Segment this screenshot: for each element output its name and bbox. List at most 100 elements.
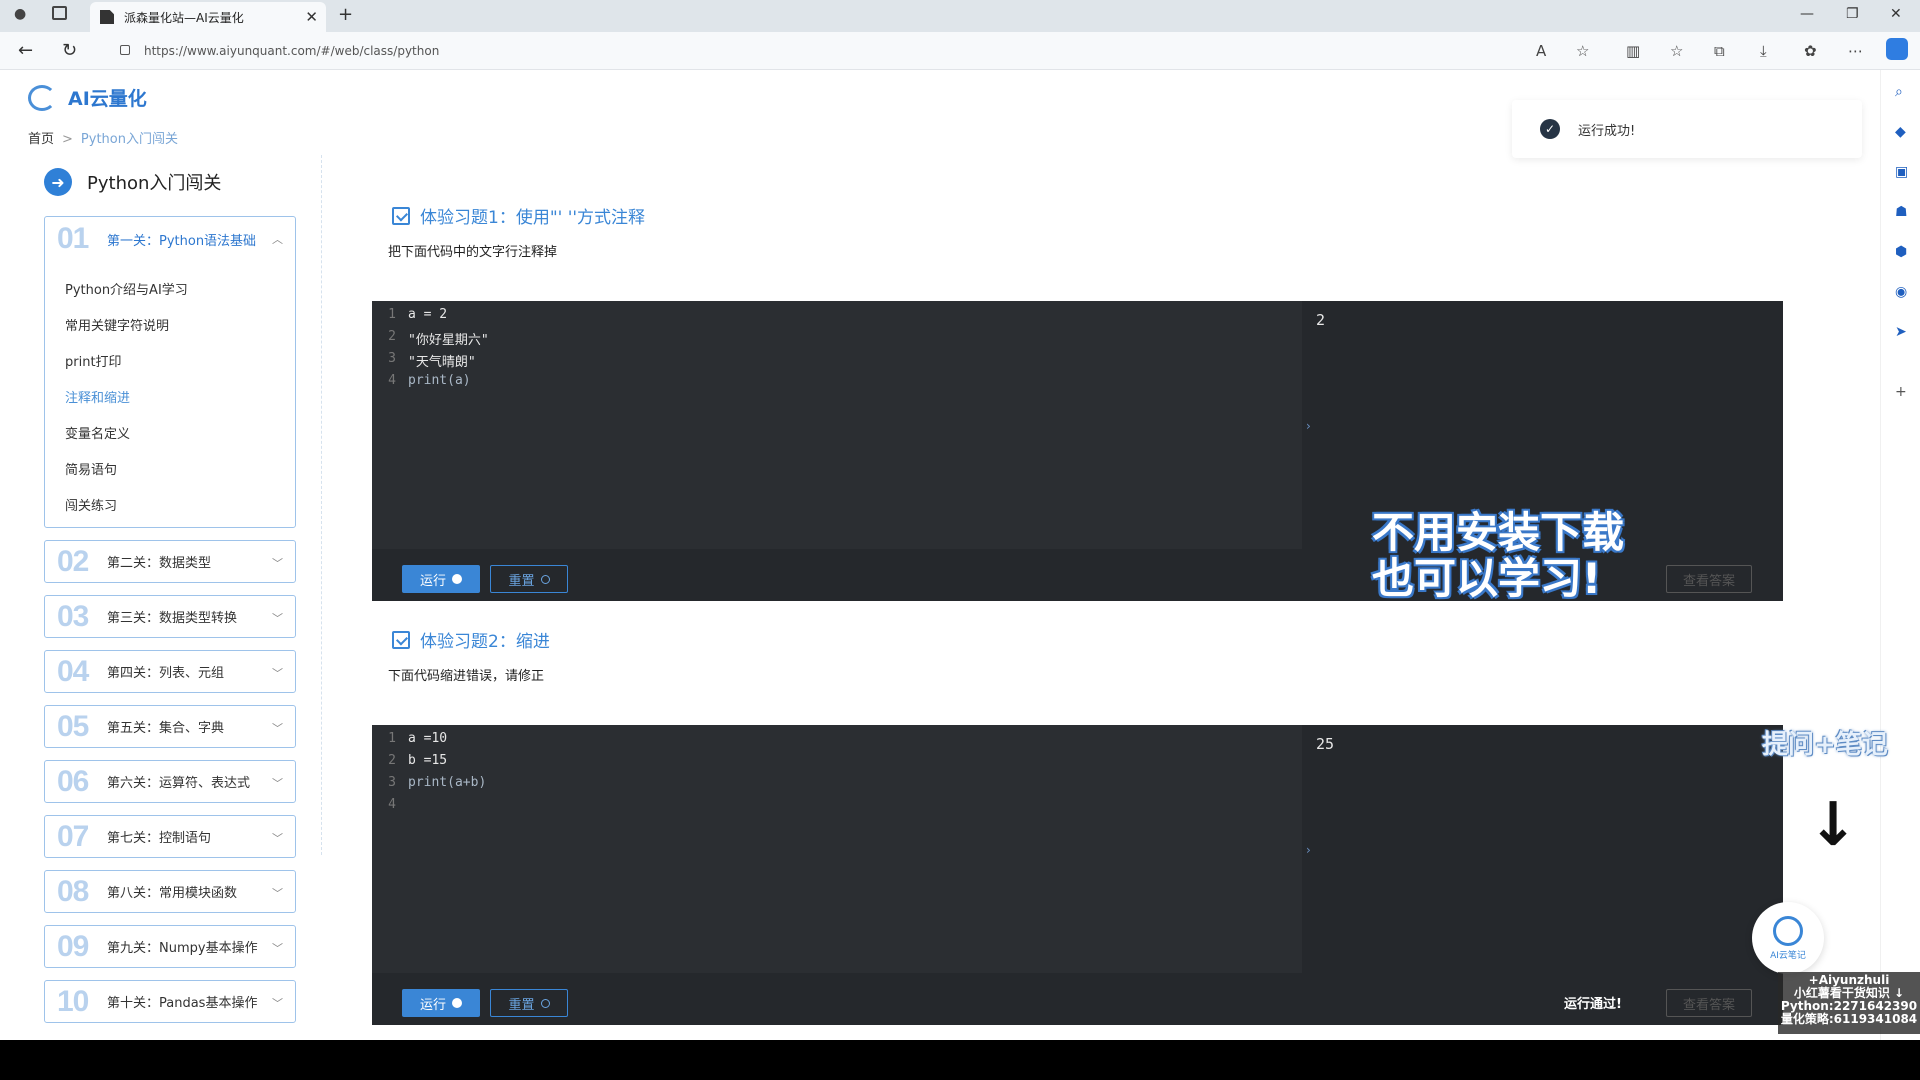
level-8-item[interactable]: 08 第八关：常用模块函数 ﹀ bbox=[44, 870, 296, 913]
tab-title: 派森量化站—AI云量化 bbox=[124, 10, 244, 25]
arrow-down-icon: ↓ bbox=[1808, 790, 1859, 860]
code-line: 4 print(a) bbox=[372, 373, 1302, 395]
lock-icon bbox=[120, 45, 130, 55]
reset-button[interactable]: 重置 bbox=[490, 565, 568, 593]
code-line: 3 "天气晴朗" bbox=[372, 351, 1302, 373]
reset-button[interactable]: 重置 bbox=[490, 989, 568, 1017]
run-button[interactable]: 运行 bbox=[402, 565, 480, 593]
code-text: print(a+b) bbox=[408, 775, 487, 790]
office-icon[interactable]: ⬢ bbox=[1895, 244, 1907, 260]
level-6-item[interactable]: 06 第六关：运算符、表达式 ﹀ bbox=[44, 760, 296, 803]
run-label: 运行 bbox=[419, 573, 446, 589]
address-bar: ← ↻ https://www.aiyunquant.com/#/web/cla… bbox=[0, 32, 1920, 70]
download-icon[interactable]: ⤓ bbox=[1760, 42, 1767, 60]
favorites-icon[interactable]: ☆ bbox=[1670, 42, 1683, 60]
favorite-star-icon[interactable]: ☆ bbox=[1576, 42, 1589, 60]
ai-notes-button[interactable]: AI云笔记 bbox=[1752, 902, 1824, 974]
breadcrumb: 首页 > Python入门闯关 bbox=[28, 128, 178, 147]
code-line: 4 bbox=[388, 797, 396, 812]
prompt-caret-icon: › bbox=[1306, 419, 1311, 433]
breadcrumb-home[interactable]: 首页 bbox=[28, 132, 54, 147]
lesson-item[interactable]: Python介绍与AI学习 bbox=[65, 273, 188, 309]
close-tab-icon[interactable]: ✕ bbox=[305, 8, 318, 26]
level-1-header[interactable]: 01 第一关：Python语法基础 ︿ bbox=[45, 217, 295, 261]
level-number: 06 bbox=[57, 764, 89, 798]
chevron-down-icon: ﹀ bbox=[272, 612, 283, 625]
briefcase-icon[interactable]: ▣ bbox=[1895, 164, 1908, 180]
tab-favicon-icon bbox=[100, 10, 114, 24]
send-icon[interactable]: ➤ bbox=[1895, 324, 1907, 340]
code-text: "天气晴朗" bbox=[408, 355, 476, 370]
code-line: 1a = 2 bbox=[372, 307, 1302, 329]
lesson-item[interactable]: 闯关练习 bbox=[65, 489, 188, 525]
lesson-item[interactable]: 变量名定义 bbox=[65, 417, 188, 453]
browser-tab[interactable]: 派森量化站—AI云量化 ✕ bbox=[90, 2, 326, 32]
close-window-icon[interactable]: ✕ bbox=[1890, 6, 1902, 22]
url-field[interactable]: https://www.aiyunquant.com/#/web/class/p… bbox=[120, 44, 443, 58]
openai-icon bbox=[1773, 915, 1803, 946]
refresh-icon[interactable]: ↻ bbox=[62, 40, 77, 61]
lesson-item-active[interactable]: 注释和缩进 bbox=[65, 381, 188, 417]
chevron-down-icon: ﹀ bbox=[272, 942, 283, 955]
exercise-2-title: 体验习题2：缩进 bbox=[392, 627, 550, 652]
back-icon[interactable]: ← bbox=[18, 40, 33, 61]
read-aloud-icon[interactable]: A bbox=[1536, 42, 1546, 60]
level-name: 第一关：Python语法基础 bbox=[107, 233, 257, 249]
code-text: b =15 bbox=[408, 753, 448, 768]
tag-icon[interactable]: ◆ bbox=[1895, 124, 1906, 140]
code-text: a = 2 bbox=[408, 307, 448, 322]
level-name: 第九关：Numpy基本操作 bbox=[107, 941, 258, 956]
lesson-item[interactable]: print打印 bbox=[65, 345, 188, 381]
level-3-item[interactable]: 03 第三关：数据类型转换 ﹀ bbox=[44, 595, 296, 638]
breadcrumb-separator-icon: > bbox=[62, 132, 73, 147]
outlook-icon[interactable]: ◉ bbox=[1895, 284, 1907, 300]
tab-actions-icon[interactable] bbox=[52, 6, 67, 20]
extensions-icon[interactable]: ✿ bbox=[1804, 42, 1817, 60]
code-editor[interactable]: 1a = 2 2 "你好星期六" 3 "天气晴朗" 4 print(a) bbox=[372, 301, 1302, 549]
check-icon: ✓ bbox=[1540, 119, 1560, 139]
chevron-down-icon: ﹀ bbox=[272, 777, 283, 790]
code-line: 3 print(a+b) bbox=[372, 775, 1302, 797]
logo-text: AI云量化 bbox=[68, 88, 147, 110]
profile-icon[interactable]: ● bbox=[14, 6, 26, 22]
restore-icon[interactable]: ❐ bbox=[1846, 6, 1859, 22]
people-icon[interactable]: ☗ bbox=[1895, 204, 1908, 220]
new-tab-button[interactable]: + bbox=[338, 4, 353, 25]
level-number: 10 bbox=[57, 984, 89, 1018]
level-10-item[interactable]: 10 第十关：Pandas基本操作 ﹀ bbox=[44, 980, 296, 1023]
chevron-down-icon: ﹀ bbox=[272, 557, 283, 570]
more-icon[interactable]: ⋯ bbox=[1848, 42, 1863, 60]
view-answer-button[interactable]: 查看答案 bbox=[1666, 565, 1752, 593]
promo-line-2: 也可以学习! bbox=[1372, 554, 1602, 603]
level-name: 第七关：控制语句 bbox=[107, 831, 212, 846]
code-line: 2 "你好星期六" bbox=[372, 329, 1302, 351]
chevron-down-icon: ﹀ bbox=[272, 722, 283, 735]
search-icon[interactable]: ⌕ bbox=[1895, 84, 1903, 100]
level-7-item[interactable]: 07 第七关：控制语句 ﹀ bbox=[44, 815, 296, 858]
split-screen-icon[interactable]: ▥ bbox=[1626, 42, 1640, 60]
output-text: 25 bbox=[1316, 735, 1335, 753]
code-editor[interactable]: 1a =10 2b =15 3 print(a+b) 4 bbox=[372, 725, 1302, 973]
level-name: 第四关：列表、元组 bbox=[107, 666, 225, 681]
play-icon bbox=[452, 998, 462, 1008]
copilot-icon[interactable] bbox=[1886, 38, 1908, 60]
lesson-item[interactable]: 简易语句 bbox=[65, 453, 188, 489]
exercise-2-editor: 1a =10 2b =15 3 print(a+b) 4 25 › 运行 重置 运… bbox=[372, 725, 1783, 1025]
lesson-item[interactable]: 常用关键字符说明 bbox=[65, 309, 188, 345]
exercise-title-text: 体验习题2：缩进 bbox=[420, 632, 550, 652]
minimize-icon[interactable]: — bbox=[1800, 6, 1814, 22]
exercise-1-title: 体验习题1：使用"' ''方式注释 bbox=[392, 203, 645, 228]
browser-sidebar: ⌕ ◆ ▣ ☗ ⬢ ◉ ➤ + bbox=[1880, 70, 1920, 1040]
note-overlay: 提问+笔记 bbox=[1762, 730, 1888, 760]
site-logo[interactable]: AI云量化 bbox=[28, 84, 147, 111]
level-5-item[interactable]: 05 第五关：集合、字典 ﹀ bbox=[44, 705, 296, 748]
view-answer-button[interactable]: 查看答案 bbox=[1666, 989, 1752, 1017]
level-4-item[interactable]: 04 第四关：列表、元组 ﹀ bbox=[44, 650, 296, 693]
exercise-title-text: 体验习题1：使用"' ''方式注释 bbox=[420, 208, 646, 228]
level-9-item[interactable]: 09 第九关：Numpy基本操作 ﹀ bbox=[44, 925, 296, 968]
collections-icon[interactable]: ⧉ bbox=[1714, 42, 1725, 60]
level-2-item[interactable]: 02 第二关：数据类型 ﹀ bbox=[44, 540, 296, 583]
run-button[interactable]: 运行 bbox=[402, 989, 480, 1017]
add-icon[interactable]: + bbox=[1895, 384, 1907, 400]
output-text: 2 bbox=[1316, 311, 1326, 329]
